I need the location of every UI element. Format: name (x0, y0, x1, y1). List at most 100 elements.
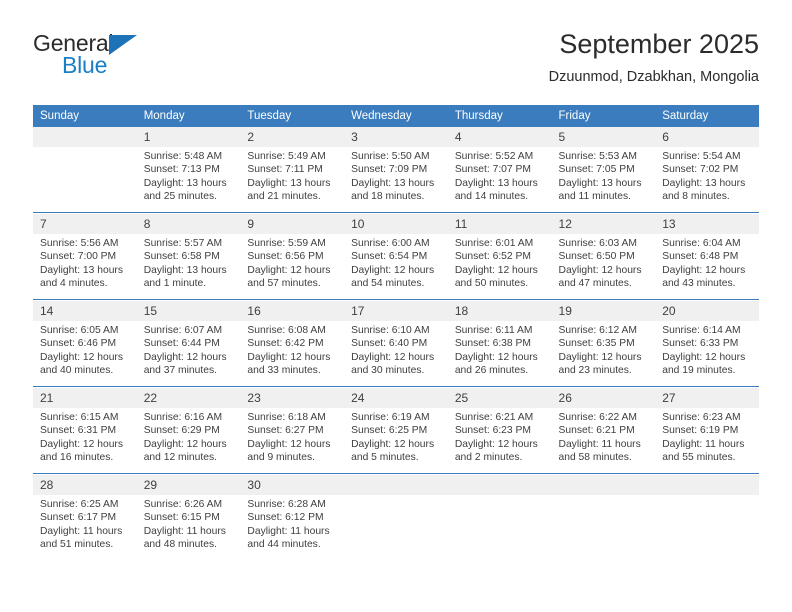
day-number[interactable]: 24 (344, 388, 448, 408)
day-cell[interactable]: Sunrise: 6:07 AM Sunset: 6:44 PM Daylight:… (136, 321, 241, 387)
sunset-text: Sunset: 6:17 PM (40, 512, 117, 524)
weekday-header-thursday: Thursday (447, 105, 552, 127)
day-number[interactable]: 9 (240, 214, 345, 234)
sunrise-text: Sunrise: 5:52 AM (454, 151, 534, 162)
general-blue-logo[interactable]: General Blue (33, 30, 263, 90)
day-cell[interactable]: Sunrise: 6:21 AM Sunset: 6:23 PM Daylight:… (447, 408, 552, 474)
day-cell[interactable]: Sunrise: 6:03 AM Sunset: 6:50 PM Daylight:… (551, 234, 656, 300)
day-cell[interactable]: Sunrise: 6:15 AM Sunset: 6:31 PM Daylight:… (33, 408, 137, 474)
day-cell[interactable]: Sunrise: 6:23 AM Sunset: 6:19 PM Daylight:… (655, 408, 759, 474)
day-number[interactable]: 8 (136, 214, 241, 234)
day-number[interactable]: 15 (136, 301, 241, 321)
day-cell[interactable]: Sunrise: 6:25 AM Sunset: 6:17 PM Daylight:… (33, 495, 137, 560)
day-cell[interactable]: Sunrise: 5:52 AM Sunset: 7:07 PM Daylight:… (447, 147, 552, 213)
day-number[interactable]: 21 (33, 388, 137, 408)
daylight-text-line1: Daylight: 12 hours (558, 351, 642, 363)
daylight-text-line2: and 18 minutes. (351, 191, 425, 203)
day-number-row: 14 15 16 17 18 19 20 (33, 301, 759, 321)
day-number[interactable]: 2 (240, 127, 345, 147)
sunrise-text: Sunrise: 6:07 AM (143, 325, 223, 336)
daylight-text-line1: Daylight: 11 hours (558, 438, 641, 450)
day-cell[interactable]: Sunrise: 6:11 AM Sunset: 6:38 PM Daylight:… (447, 321, 552, 387)
sunset-text: Sunset: 6:25 PM (351, 425, 428, 437)
daylight-text-line1: Daylight: 12 hours (40, 438, 123, 450)
day-cell[interactable]: Sunrise: 6:10 AM Sunset: 6:40 PM Daylight:… (344, 321, 448, 387)
day-cell[interactable]: Sunrise: 5:48 AM Sunset: 7:13 PM Daylight:… (136, 147, 241, 213)
day-cell[interactable]: Sunrise: 6:22 AM Sunset: 6:21 PM Daylight:… (551, 408, 656, 474)
day-cell[interactable]: Sunrise: 5:56 AM Sunset: 7:00 PM Daylight:… (33, 234, 137, 300)
day-cell[interactable]: Sunrise: 6:04 AM Sunset: 6:48 PM Daylight:… (655, 234, 759, 300)
day-cell[interactable]: Sunrise: 6:14 AM Sunset: 6:33 PM Daylight:… (655, 321, 759, 387)
sunrise-text: Sunrise: 6:26 AM (143, 499, 223, 510)
day-cell[interactable]: Sunrise: 5:59 AM Sunset: 6:56 PM Daylight:… (240, 234, 345, 300)
day-number[interactable]: 30 (240, 475, 345, 495)
daylight-text-line2: and 50 minutes. (454, 278, 529, 290)
daylight-text-line2: and 2 minutes. (454, 452, 523, 464)
day-cell[interactable]: Sunrise: 6:28 AM Sunset: 6:12 PM Daylight:… (240, 495, 345, 560)
day-number[interactable]: 13 (655, 214, 759, 234)
day-number[interactable]: 14 (33, 301, 137, 321)
daylight-text-line2: and 54 minutes. (351, 278, 425, 290)
sunrise-text: Sunrise: 6:28 AM (247, 499, 326, 510)
day-number[interactable]: 12 (551, 214, 656, 234)
day-cell[interactable]: Sunrise: 5:53 AM Sunset: 7:05 PM Daylight:… (551, 147, 656, 213)
day-cell[interactable]: Sunrise: 6:05 AM Sunset: 6:46 PM Daylight:… (33, 321, 137, 387)
daylight-text-line2: and 57 minutes. (247, 278, 321, 290)
day-cell[interactable]: Sunrise: 5:54 AM Sunset: 7:02 PM Daylight:… (655, 147, 759, 213)
daylight-text-line2: and 4 minutes. (40, 278, 108, 290)
day-cell[interactable]: Sunrise: 6:16 AM Sunset: 6:29 PM Daylight:… (136, 408, 241, 474)
day-number[interactable]: 29 (136, 475, 241, 495)
sunrise-text: Sunrise: 6:23 AM (662, 412, 741, 423)
day-number[interactable]: 23 (240, 388, 345, 408)
day-number-row: 7 8 9 10 11 12 13 (33, 214, 759, 234)
daylight-text-line2: and 37 minutes. (143, 365, 217, 377)
day-cell[interactable]: Sunrise: 6:08 AM Sunset: 6:42 PM Daylight:… (240, 321, 345, 387)
day-number[interactable]: 19 (551, 301, 656, 321)
day-number[interactable]: 28 (33, 475, 137, 495)
day-number[interactable]: 10 (344, 214, 448, 234)
daylight-text-line2: and 30 minutes. (351, 365, 425, 377)
sunset-text: Sunset: 6:54 PM (351, 251, 428, 263)
day-number[interactable]: 25 (447, 388, 552, 408)
daylight-text-line1: Daylight: 12 hours (247, 264, 331, 276)
sunset-text: Sunset: 6:35 PM (558, 338, 635, 350)
day-number[interactable]: 1 (136, 127, 241, 147)
day-cell[interactable]: Sunrise: 5:57 AM Sunset: 6:58 PM Daylight:… (136, 234, 241, 300)
sunrise-text: Sunrise: 5:57 AM (143, 238, 223, 249)
daylight-text-line2: and 55 minutes. (662, 452, 736, 464)
daylight-text-line1: Daylight: 13 hours (247, 177, 331, 189)
day-cell[interactable]: Sunrise: 5:50 AM Sunset: 7:09 PM Daylight:… (344, 147, 448, 213)
day-detail-row: Sunrise: 6:05 AM Sunset: 6:46 PM Daylight:… (33, 321, 759, 387)
daylight-text-line1: Daylight: 13 hours (558, 177, 642, 189)
day-number[interactable]: 26 (551, 388, 656, 408)
day-cell[interactable]: Sunrise: 6:19 AM Sunset: 6:25 PM Daylight:… (344, 408, 448, 474)
day-number[interactable]: 5 (551, 127, 656, 147)
daylight-text-line2: and 14 minutes. (454, 191, 529, 203)
day-number[interactable]: 22 (136, 388, 241, 408)
sunset-text: Sunset: 7:00 PM (40, 251, 117, 263)
day-cell[interactable]: Sunrise: 6:12 AM Sunset: 6:35 PM Daylight:… (551, 321, 656, 387)
day-number[interactable]: 20 (655, 301, 759, 321)
day-number[interactable]: 6 (655, 127, 759, 147)
daylight-text-line2: and 48 minutes. (143, 539, 217, 551)
day-number[interactable]: 17 (344, 301, 448, 321)
sunset-text: Sunset: 6:12 PM (247, 512, 324, 524)
daylight-text-line1: Daylight: 12 hours (351, 264, 435, 276)
day-number[interactable]: 7 (33, 214, 137, 234)
daylight-text-line1: Daylight: 11 hours (40, 525, 123, 537)
day-number[interactable]: 3 (344, 127, 448, 147)
day-number[interactable]: 16 (240, 301, 345, 321)
day-cell[interactable]: Sunrise: 5:49 AM Sunset: 7:11 PM Daylight:… (240, 147, 345, 213)
day-cell[interactable]: Sunrise: 6:18 AM Sunset: 6:27 PM Daylight:… (240, 408, 345, 474)
day-number[interactable]: 27 (655, 388, 759, 408)
day-cell[interactable]: Sunrise: 6:00 AM Sunset: 6:54 PM Daylight:… (344, 234, 448, 300)
day-cell[interactable]: Sunrise: 6:26 AM Sunset: 6:15 PM Daylight:… (136, 495, 241, 560)
sunrise-text: Sunrise: 6:16 AM (143, 412, 223, 423)
day-number-row: 21 22 23 24 25 26 27 (33, 388, 759, 408)
day-cell[interactable]: Sunrise: 6:01 AM Sunset: 6:52 PM Daylight:… (447, 234, 552, 300)
daylight-text-line1: Daylight: 12 hours (351, 438, 435, 450)
weekday-header-tuesday: Tuesday (240, 105, 345, 127)
day-number[interactable]: 4 (447, 127, 552, 147)
day-number[interactable]: 11 (447, 214, 552, 234)
day-number[interactable]: 18 (447, 301, 552, 321)
